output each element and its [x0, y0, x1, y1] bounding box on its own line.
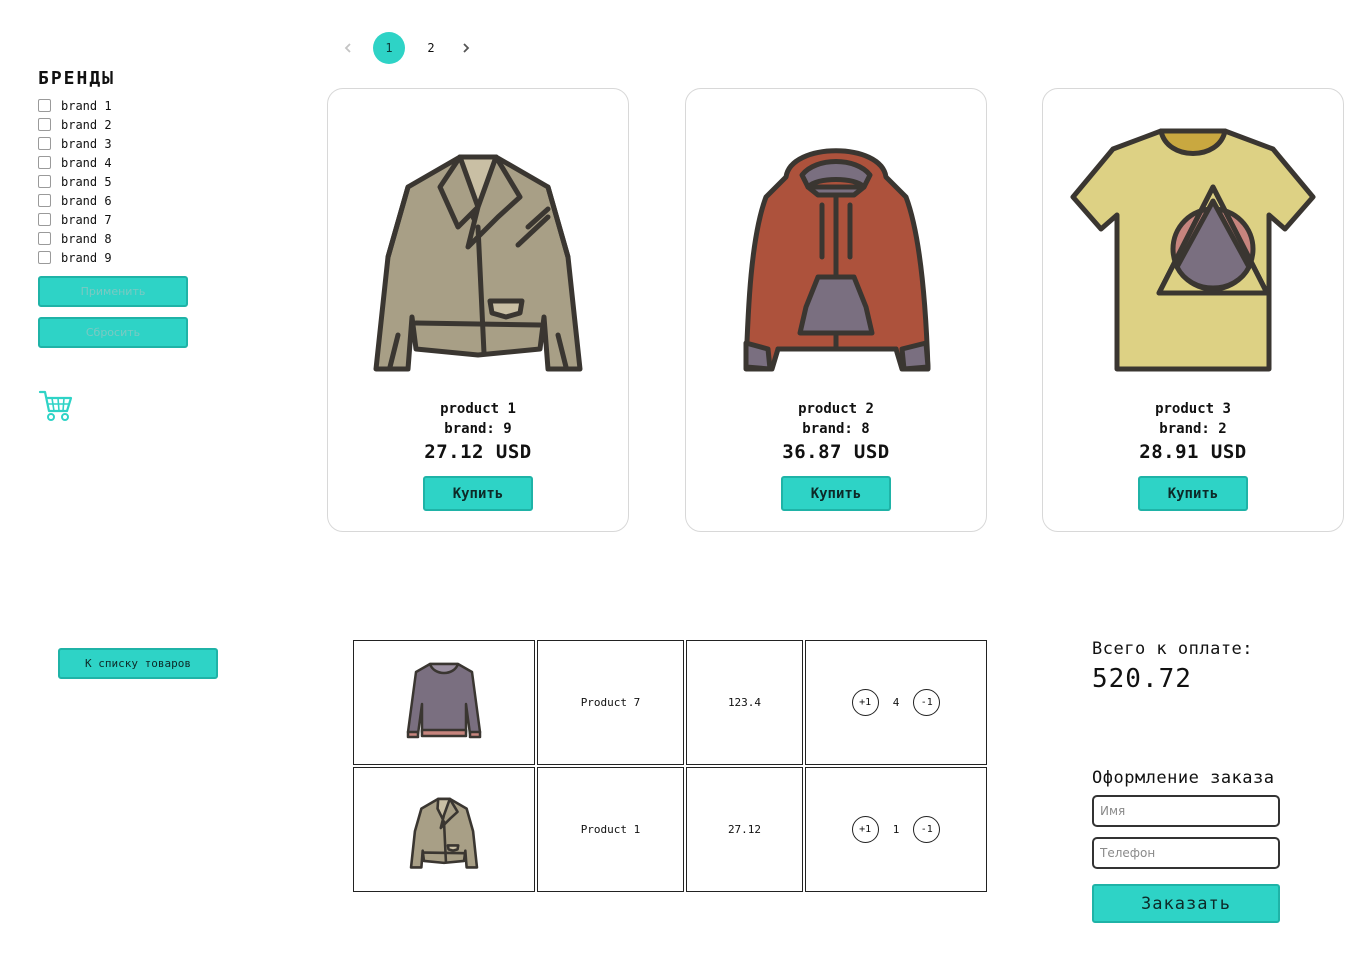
decrement-button[interactable]: -1	[913, 816, 941, 843]
product-card: product 1 brand: 9 27.12 USD Купить	[327, 88, 629, 532]
checkbox[interactable]	[38, 232, 51, 245]
buy-button[interactable]: Купить	[1138, 476, 1248, 511]
chevron-right-icon[interactable]	[455, 37, 477, 59]
cart-item-qty-cell: +1 4 -1	[805, 640, 987, 765]
cart-item-image-cell	[353, 640, 535, 765]
t-shirt-image	[1063, 117, 1323, 377]
total-value: 520.72	[1092, 664, 1192, 694]
cart-item-image-cell	[353, 767, 535, 892]
checkbox[interactable]	[38, 137, 51, 150]
quantity-value: 1	[892, 823, 900, 836]
brand-label: brand 4	[61, 155, 112, 170]
checkbox[interactable]	[38, 213, 51, 226]
product-brand: brand: 8	[802, 421, 870, 437]
product-name: product 1	[440, 401, 516, 417]
buy-button[interactable]: Купить	[781, 476, 891, 511]
brand-filter-item[interactable]: brand 7	[38, 210, 112, 229]
product-card: product 3 brand: 2 28.91 USD Купить	[1042, 88, 1344, 532]
phone-input[interactable]	[1092, 837, 1280, 869]
decrement-button[interactable]: -1	[913, 689, 941, 716]
brand-filter-item[interactable]: brand 9	[38, 248, 112, 267]
order-form-title: Оформление заказа	[1092, 768, 1275, 788]
buy-button[interactable]: Купить	[423, 476, 533, 511]
product-price: 27.12 USD	[424, 441, 532, 463]
leather-jacket-image	[409, 797, 479, 869]
cart-item-name: Product 1	[537, 767, 684, 892]
page-1-button[interactable]: 1	[373, 32, 405, 64]
brand-label: brand 3	[61, 136, 112, 151]
checkbox[interactable]	[38, 251, 51, 264]
leather-jacket-image	[348, 117, 608, 377]
quantity-value: 4	[892, 696, 900, 709]
checkbox[interactable]	[38, 194, 51, 207]
checkbox[interactable]	[38, 118, 51, 131]
brand-filter-item[interactable]: brand 3	[38, 134, 112, 153]
brand-filter-item[interactable]: brand 8	[38, 229, 112, 248]
table-row: Product 1 27.12 +1 1 -1	[353, 767, 987, 892]
increment-button[interactable]: +1	[851, 689, 879, 716]
checkbox[interactable]	[38, 99, 51, 112]
table-row: Product 7 123.4 +1 4 -1	[353, 640, 987, 765]
sweater-image	[406, 662, 482, 739]
product-card: product 2 brand: 8 36.87 USD Купить	[685, 88, 987, 532]
name-input[interactable]	[1092, 795, 1280, 827]
hoodie-image	[706, 117, 966, 377]
product-brand: brand: 2	[1159, 421, 1227, 437]
brand-label: brand 8	[61, 231, 112, 246]
brand-label: brand 1	[61, 98, 112, 113]
brand-filter-item[interactable]: brand 4	[38, 153, 112, 172]
product-name: product 2	[798, 401, 874, 417]
brand-label: brand 5	[61, 174, 112, 189]
back-to-list-button[interactable]: К списку товаров	[58, 648, 218, 679]
brand-filter-list: brand 1 brand 2 brand 3 brand 4 brand 5 …	[38, 96, 112, 267]
brand-label: brand 6	[61, 193, 112, 208]
brand-filter-item[interactable]: brand 1	[38, 96, 112, 115]
reset-button[interactable]: Сбросить	[38, 317, 188, 348]
brand-label: brand 9	[61, 250, 112, 265]
product-price: 28.91 USD	[1139, 441, 1247, 463]
page-2-button[interactable]: 2	[415, 32, 447, 64]
pagination: 1 2	[337, 31, 477, 65]
brand-filter-item[interactable]: brand 5	[38, 172, 112, 191]
submit-order-button[interactable]: Заказать	[1092, 884, 1280, 923]
chevron-left-icon[interactable]	[337, 37, 359, 59]
brand-filter-item[interactable]: brand 6	[38, 191, 112, 210]
cart-item-qty-cell: +1 1 -1	[805, 767, 987, 892]
total-label: Всего к оплате:	[1092, 639, 1254, 659]
brand-label: brand 7	[61, 212, 112, 227]
product-price: 36.87 USD	[782, 441, 890, 463]
apply-button[interactable]: Применить	[38, 276, 188, 307]
increment-button[interactable]: +1	[851, 816, 879, 843]
product-name: product 3	[1155, 401, 1231, 417]
brands-title: БРЕНДЫ	[38, 68, 116, 89]
brand-label: brand 2	[61, 117, 112, 132]
cart-item-price: 123.4	[686, 640, 803, 765]
product-brand: brand: 9	[444, 421, 512, 437]
checkbox[interactable]	[38, 156, 51, 169]
cart-icon[interactable]	[38, 389, 74, 423]
cart-item-name: Product 7	[537, 640, 684, 765]
checkbox[interactable]	[38, 175, 51, 188]
brand-filter-item[interactable]: brand 2	[38, 115, 112, 134]
cart-item-price: 27.12	[686, 767, 803, 892]
cart-table: Product 7 123.4 +1 4 -1 Product 1 27.12 …	[351, 638, 989, 894]
